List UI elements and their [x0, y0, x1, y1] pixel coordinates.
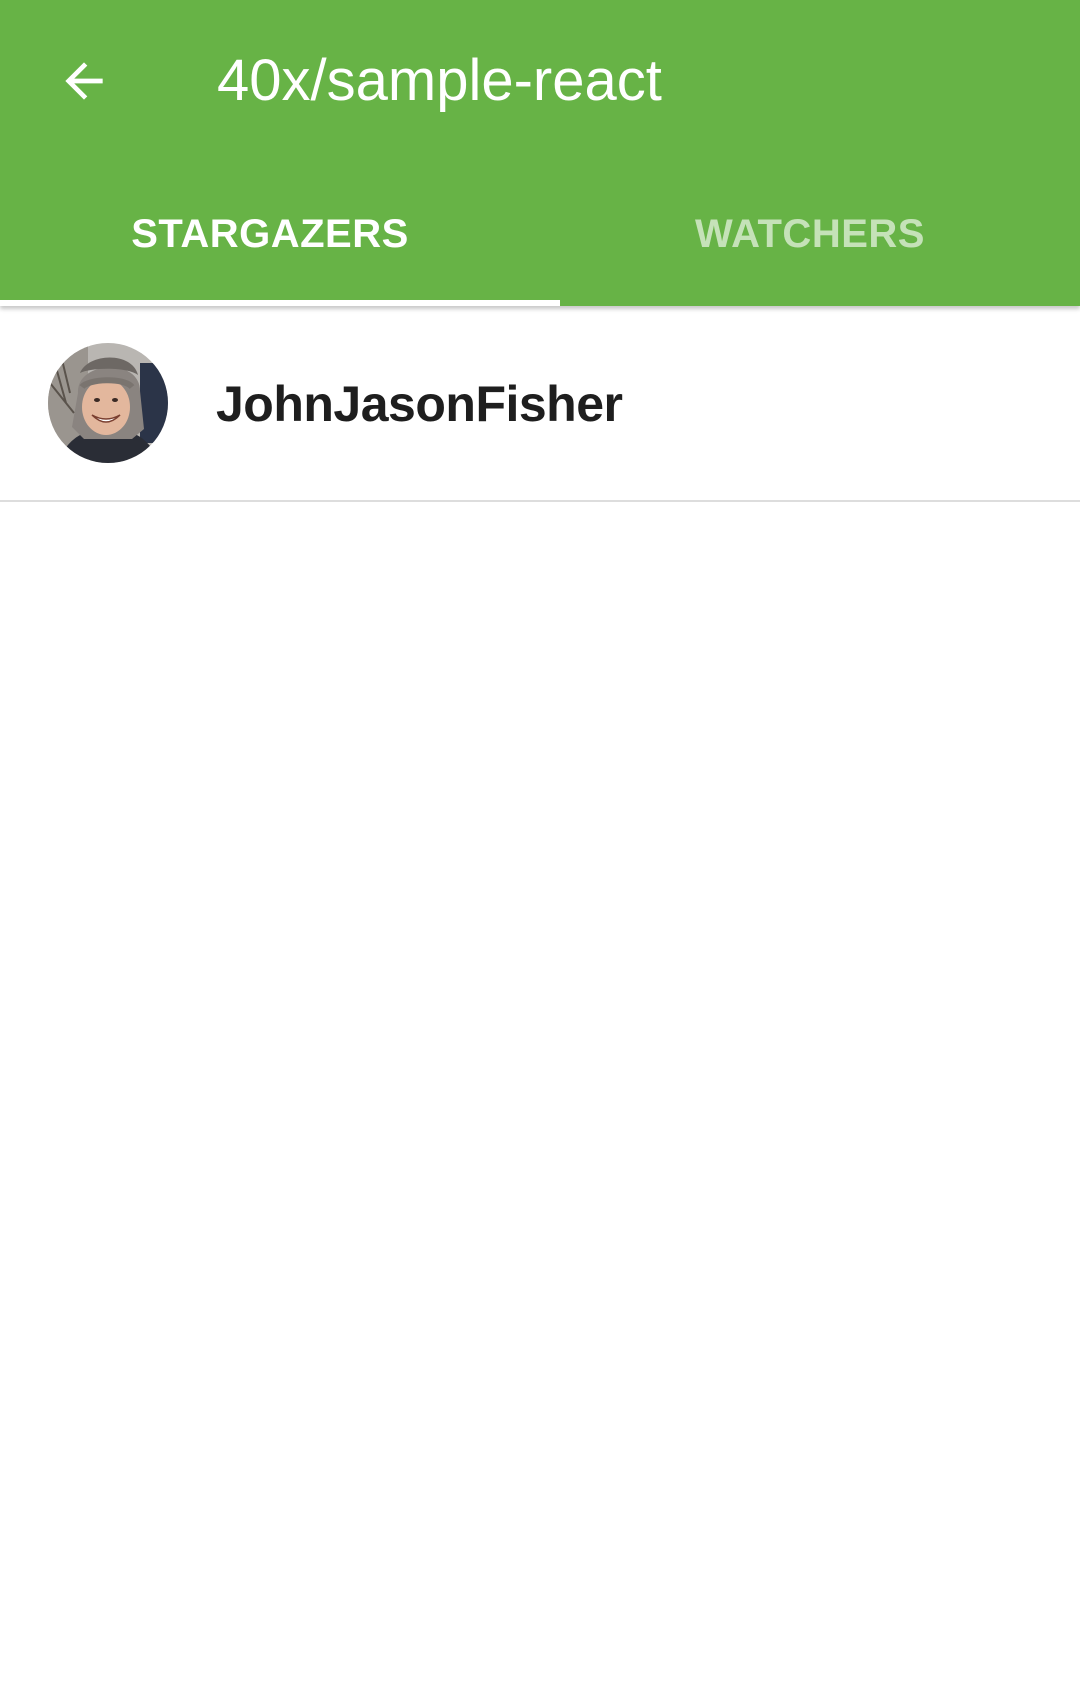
back-button[interactable]: [40, 37, 128, 125]
tab-watchers[interactable]: WATCHERS: [540, 180, 1080, 306]
tab-stargazers[interactable]: STARGAZERS: [0, 180, 560, 306]
toolbar: 40x/sample-react: [0, 0, 1080, 162]
tab-bar: STARGAZERS WATCHERS: [0, 180, 1080, 306]
list-item[interactable]: JohnJasonFisher: [0, 306, 1080, 502]
user-avatar: [48, 343, 168, 463]
page-title: 40x/sample-react: [217, 48, 662, 113]
app-bar: 40x/sample-react STARGAZERS WATCHERS: [0, 0, 1080, 306]
user-name: JohnJasonFisher: [216, 376, 623, 432]
tab-watchers-label: WATCHERS: [695, 212, 925, 256]
tab-active-indicator: [0, 300, 560, 306]
arrow-back-icon: [65, 62, 103, 100]
stargazers-list: JohnJasonFisher: [0, 306, 1080, 502]
tab-stargazers-label: STARGAZERS: [131, 212, 409, 256]
